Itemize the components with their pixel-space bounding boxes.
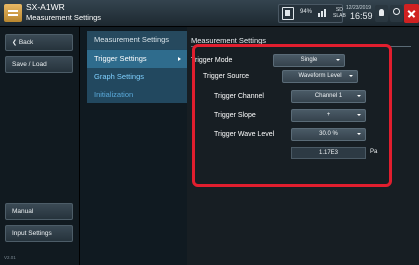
main-panel: Measurement Settings Trigger Mode Single… — [187, 27, 419, 265]
left-column: ❮ Back Save / Load Manual Input Settings… — [0, 27, 80, 265]
menu-item-trigger-settings[interactable]: Trigger Settings — [87, 50, 187, 68]
sd-card-icon: SD SLAB — [333, 7, 346, 19]
battery-percent: 94% — [300, 9, 313, 15]
close-button[interactable] — [404, 4, 419, 23]
chevron-right-icon — [178, 57, 181, 61]
highlight-frame — [192, 44, 392, 187]
chevron-left-icon: ❮ — [12, 40, 18, 46]
pin-icon — [393, 8, 400, 15]
signal-icon — [318, 9, 328, 17]
settings-menu: Measurement Settings Trigger Settings Gr… — [80, 27, 187, 265]
title-bar: SX-A1WR Measurement Settings 94% SD SLAB… — [0, 0, 419, 27]
input-settings-button[interactable]: Input Settings — [5, 225, 73, 242]
menu-item-initialization[interactable]: Initialization — [87, 86, 187, 104]
save-load-button[interactable]: Save / Load — [5, 56, 73, 73]
menu-item-measurement-settings[interactable]: Measurement Settings — [87, 31, 187, 49]
app-subtitle: Measurement Settings — [26, 13, 102, 22]
version-label: V2.01 — [4, 255, 16, 260]
menu-item-graph-settings[interactable]: Graph Settings — [87, 68, 187, 86]
back-button[interactable]: ❮ Back — [5, 34, 73, 51]
pin-button[interactable] — [390, 5, 403, 22]
app-logo-icon — [4, 4, 22, 22]
bulb-icon — [379, 9, 384, 16]
app-title: SX-A1WR — [26, 2, 65, 12]
time-display: 16:59 — [350, 11, 373, 21]
manual-button[interactable]: Manual — [5, 203, 73, 220]
battery-icon — [282, 7, 294, 20]
light-button[interactable] — [375, 5, 388, 22]
